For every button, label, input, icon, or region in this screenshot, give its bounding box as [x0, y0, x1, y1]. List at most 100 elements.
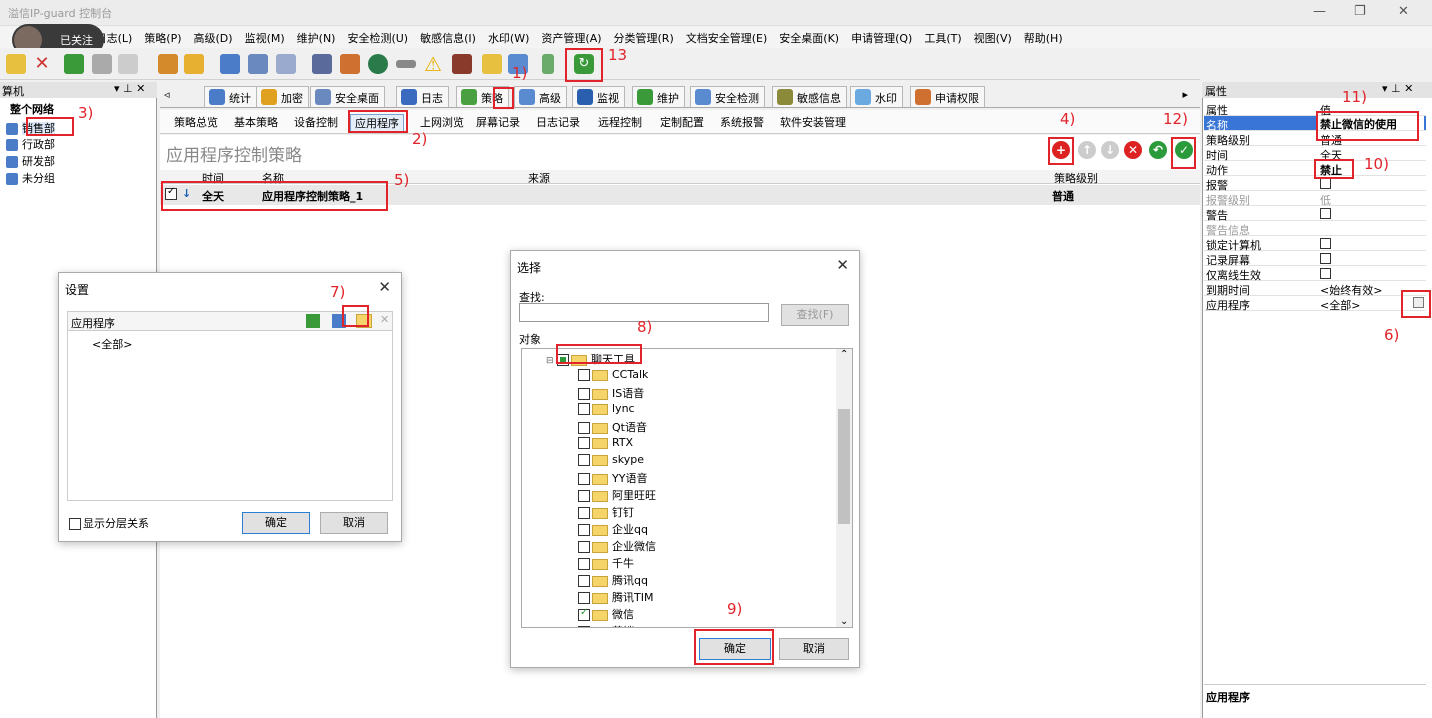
remove-policy-button[interactable]: ✕ [1124, 141, 1142, 159]
subtab[interactable]: 软件安装管理 [776, 114, 850, 130]
tab[interactable]: 日志 [396, 86, 449, 107]
ok-button[interactable]: 确定 [242, 512, 310, 534]
import-icon[interactable] [64, 54, 84, 74]
item-checkbox[interactable] [578, 422, 590, 434]
property-checkbox[interactable] [1320, 208, 1331, 219]
list-item[interactable]: lync [578, 402, 635, 419]
usb-icon[interactable] [396, 60, 416, 68]
tab[interactable]: 安全桌面 [310, 86, 385, 107]
list-item[interactable]: <全部> [92, 336, 132, 352]
tab[interactable]: 加密 [256, 86, 309, 107]
close-icon[interactable]: ✕ [1398, 4, 1409, 19]
print-icon[interactable] [92, 54, 112, 74]
property-row[interactable]: 仅离线生效 [1204, 266, 1426, 282]
property-checkbox[interactable] [1320, 268, 1331, 279]
list-item[interactable]: 阿里旺旺 [578, 487, 656, 504]
item-checkbox[interactable] [578, 592, 590, 604]
minimize-icon[interactable]: — [1313, 4, 1326, 19]
item-checkbox[interactable]: ✓ [578, 607, 590, 621]
tree-item-admin[interactable]: 行政部 [6, 136, 55, 152]
property-checkbox[interactable] [1320, 178, 1331, 189]
menu-item[interactable]: 水印(W) [482, 27, 535, 49]
scroll-up-icon[interactable]: ⌃ [840, 349, 848, 360]
menu-item[interactable]: 安全桌面(K) [773, 27, 845, 49]
close-icon[interactable]: ✕ [378, 278, 391, 296]
add-app-icon[interactable] [306, 314, 320, 328]
lock-icon[interactable] [482, 54, 502, 74]
pane-pin-icon[interactable]: ▾ ⊥ ✕ [1382, 82, 1413, 95]
tab[interactable]: 安全检测 [690, 86, 765, 107]
property-checkbox[interactable] [1320, 238, 1331, 249]
list-item[interactable]: IS语音 [578, 385, 644, 402]
list-item[interactable]: 千牛 [578, 555, 634, 572]
hierarchy-checkbox[interactable]: 显示分层关系 [69, 515, 149, 531]
menu-item[interactable]: 申请管理(Q) [845, 27, 918, 49]
cancel-button[interactable]: 取消 [320, 512, 388, 534]
list-item[interactable]: 企业微信 [578, 538, 656, 555]
undo-button[interactable]: ↶ [1149, 141, 1167, 159]
subtab[interactable]: 日志记录 [532, 114, 584, 130]
list-item[interactable]: 腾讯qq [578, 572, 648, 589]
move-down-button[interactable]: ↓ [1101, 141, 1119, 159]
new-icon[interactable] [6, 54, 26, 74]
collapse-icon[interactable]: ⊟ [546, 356, 554, 366]
cancel-button[interactable]: 取消 [779, 638, 849, 660]
item-checkbox[interactable] [578, 490, 590, 502]
warning-icon[interactable]: ⚠ [424, 54, 444, 74]
tab[interactable]: 高级 [514, 86, 567, 107]
subtab[interactable]: 策略总览 [170, 114, 222, 130]
property-row[interactable]: 记录屏幕 [1204, 251, 1426, 267]
tree-item-ungrouped[interactable]: 未分组 [6, 170, 55, 186]
list-item[interactable]: CCTalk [578, 368, 648, 385]
menu-item[interactable]: 敏感信息(I) [414, 27, 482, 49]
scroll-thumb[interactable] [838, 409, 850, 524]
menu-item[interactable]: 监视(M) [239, 27, 291, 49]
search-button[interactable]: 查找(F) [781, 304, 849, 326]
item-checkbox[interactable] [578, 388, 590, 400]
subtab[interactable]: 设备控制 [290, 114, 342, 130]
monitor-icon[interactable] [248, 54, 268, 74]
property-row[interactable]: 应用程序 <全部> [1204, 296, 1426, 313]
book-icon[interactable] [452, 54, 472, 74]
scrollbar[interactable]: ⌃ ⌄ [836, 349, 852, 627]
list-item[interactable]: RTX [578, 436, 633, 453]
menu-item[interactable]: 维护(N) [291, 27, 342, 49]
item-checkbox[interactable] [578, 626, 590, 627]
checkbox-box[interactable] [69, 518, 81, 530]
property-row[interactable]: 警告 [1204, 206, 1426, 222]
item-checkbox[interactable] [578, 369, 590, 381]
list-item[interactable]: 腾讯TIM [578, 589, 653, 606]
computers-icon[interactable] [220, 54, 240, 74]
tree-item-rd[interactable]: 研发部 [6, 153, 55, 169]
tab[interactable]: 统计 [204, 86, 257, 107]
pane-pin-icon[interactable]: ▾ ⊥ ✕ [114, 82, 145, 95]
property-row[interactable]: 到期时间 <始终有效> [1204, 281, 1426, 297]
list-item[interactable]: 营销qq [578, 623, 648, 627]
menu-item[interactable]: 高级(D) [188, 27, 239, 49]
tabs-scroll-right-icon[interactable]: ▸ [1182, 88, 1188, 101]
menu-item[interactable]: 安全检测(U) [341, 27, 414, 49]
menu-item[interactable]: 帮助(H) [1018, 27, 1069, 49]
screen-icon[interactable] [276, 54, 296, 74]
mail-icon[interactable] [340, 54, 360, 74]
remove-app-icon[interactable]: ✕ [380, 313, 389, 326]
scroll-down-icon[interactable]: ⌄ [840, 616, 848, 627]
history-icon[interactable] [158, 54, 178, 74]
list-item[interactable]: ✓ 微信 [578, 606, 634, 623]
menu-item[interactable]: 视图(V) [968, 27, 1018, 49]
move-up-button[interactable]: ↑ [1078, 141, 1096, 159]
item-checkbox[interactable] [578, 437, 590, 449]
item-checkbox[interactable] [578, 541, 590, 553]
menu-item[interactable]: 策略(P) [138, 27, 187, 49]
item-checkbox[interactable] [578, 575, 590, 587]
list-item[interactable]: YY语音 [578, 470, 647, 487]
subtab[interactable]: 上网浏览 [416, 114, 468, 130]
tab[interactable]: 水印 [850, 86, 903, 107]
subtab[interactable]: 屏幕记录 [472, 114, 524, 130]
item-checkbox[interactable] [578, 454, 590, 466]
tabs-scroll-left-icon[interactable]: ◃ [164, 88, 170, 101]
menu-item[interactable]: 工具(T) [918, 27, 967, 49]
property-value[interactable]: <全部> [1320, 297, 1360, 313]
property-row[interactable]: 锁定计算机 [1204, 236, 1426, 252]
tab[interactable]: 申请权限 [910, 86, 985, 107]
